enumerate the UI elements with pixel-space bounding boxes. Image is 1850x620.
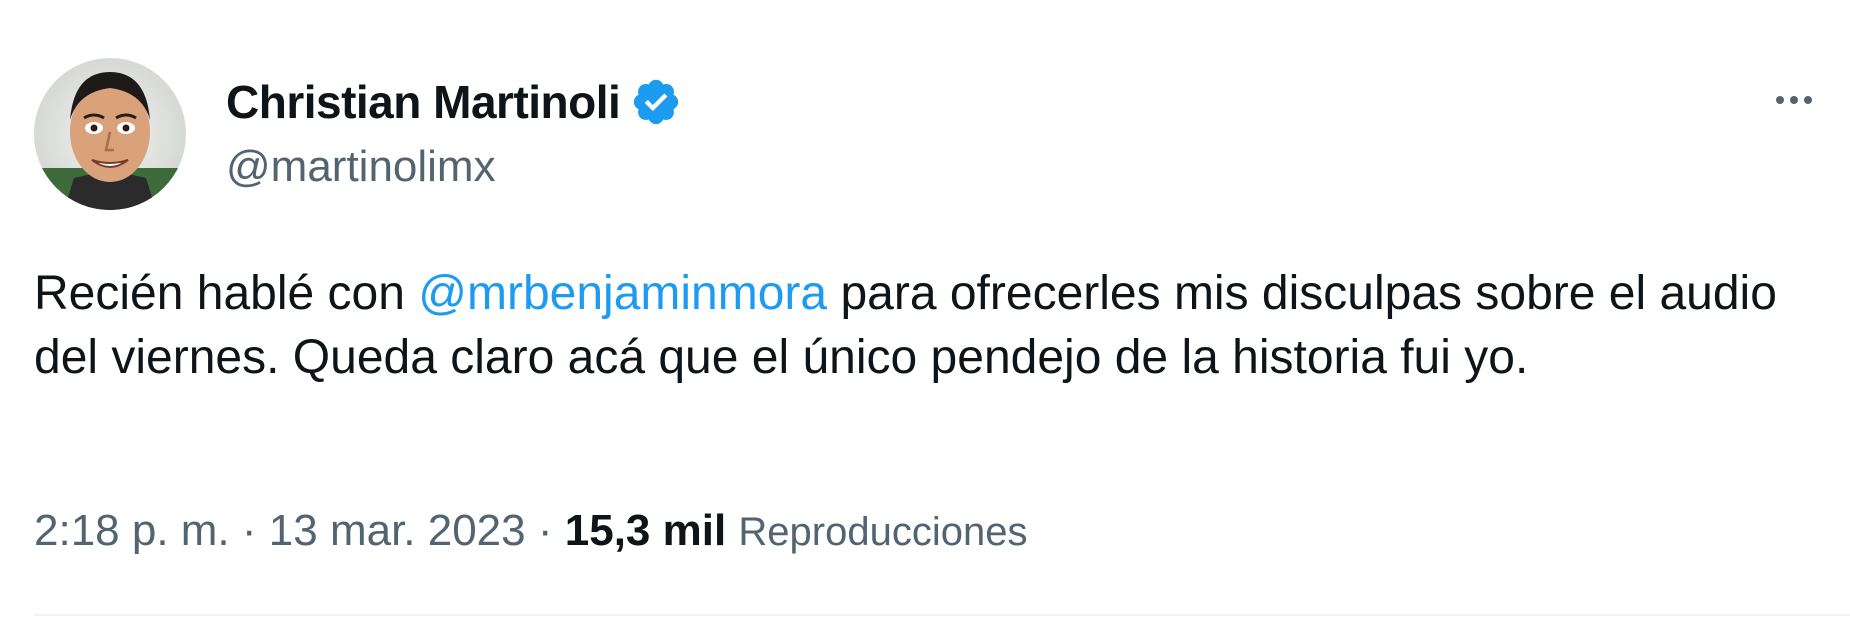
author-identity: Christian Martinoli @martinolimx	[226, 72, 682, 192]
mention-link[interactable]: @mrbenjaminmora	[418, 267, 827, 320]
meta-separator: ·	[229, 506, 269, 555]
avatar-icon	[34, 58, 186, 210]
author-handle[interactable]: @martinolimx	[226, 142, 682, 192]
views-count: 15,3 mil	[564, 506, 727, 555]
author-display-name[interactable]: Christian Martinoli	[226, 75, 621, 129]
author-name-row: Christian Martinoli	[226, 72, 682, 132]
verified-badge-icon[interactable]	[630, 76, 682, 128]
views-label: Reproducciones	[738, 510, 1028, 554]
more-dot	[1804, 96, 1812, 104]
more-dot	[1776, 96, 1784, 104]
tweet-meta: 2:18 p. m. · 13 mar. 2023 · 15,3 mil Rep…	[34, 506, 1027, 556]
tweet-date[interactable]: 13 mar. 2023	[269, 506, 526, 555]
tweet-text: Recién hablé con @mrbenjaminmora para of…	[34, 262, 1834, 390]
meta-separator: ·	[525, 506, 565, 555]
tweet-time[interactable]: 2:18 p. m.	[34, 506, 230, 555]
more-options-icon[interactable]	[1762, 78, 1826, 122]
divider	[34, 614, 1850, 616]
avatar[interactable]	[34, 58, 186, 210]
more-dot	[1790, 96, 1798, 104]
tweet-card: Christian Martinoli @martinolimx Recién …	[0, 0, 1850, 620]
tweet-text-part: Recién hablé con	[34, 267, 419, 320]
